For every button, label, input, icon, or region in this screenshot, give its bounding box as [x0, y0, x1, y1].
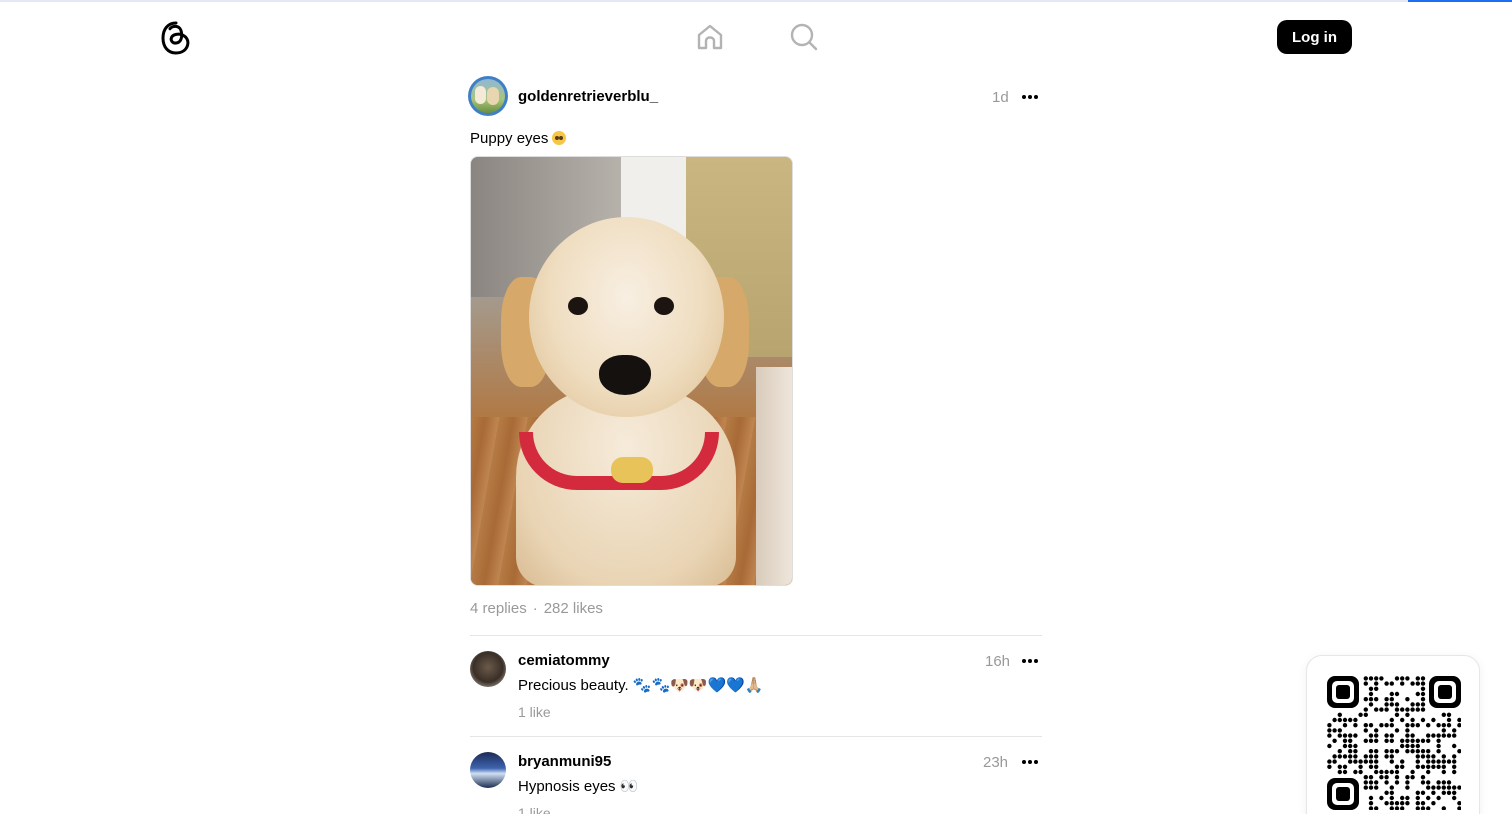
login-button[interactable]: Log in: [1277, 20, 1352, 54]
reply-time[interactable]: 23h: [983, 754, 1008, 771]
divider: [470, 736, 1042, 737]
reply-time[interactable]: 16h: [985, 653, 1010, 670]
reply-text: Precious beauty. 🐾🐾🐶🐶💙💙🙏🏼: [518, 677, 764, 694]
qr-code-card: [1306, 655, 1480, 814]
reply-avatar[interactable]: [470, 651, 506, 687]
author-avatar[interactable]: [468, 76, 508, 116]
page-load-progress: [0, 0, 1512, 2]
reply-item: cemiatommy 16h Precious beauty. 🐾🐾🐶🐶💙💙🙏🏼…: [470, 651, 1042, 721]
reply-text: Hypnosis eyes 👀: [518, 778, 639, 795]
replies-count[interactable]: 4 replies: [470, 600, 527, 617]
reply-likes[interactable]: 1 like: [518, 805, 551, 814]
stats-separator: ·: [532, 600, 538, 617]
post-caption: Puppy eyes: [470, 130, 567, 147]
likes-count[interactable]: 282 likes: [544, 600, 603, 617]
post-time[interactable]: 1d: [992, 89, 1009, 106]
page-load-progress-fill: [1408, 0, 1512, 2]
post-more-icon[interactable]: [1022, 91, 1042, 103]
reply-avatar[interactable]: [470, 752, 506, 788]
divider: [470, 635, 1042, 636]
post-image[interactable]: [470, 156, 793, 586]
reply-likes[interactable]: 1 like: [518, 704, 551, 720]
reply-more-icon[interactable]: [1022, 655, 1042, 667]
qr-code-icon: [1327, 676, 1461, 810]
post-stats: 4 replies · 282 likes: [470, 600, 603, 617]
reply-author[interactable]: bryanmuni95: [518, 753, 611, 770]
pleading-face-emoji-icon: [552, 131, 567, 145]
post-caption-text: Puppy eyes: [470, 130, 549, 147]
reply-item: bryanmuni95 23h Hypnosis eyes 👀 1 like: [470, 752, 1042, 814]
home-icon[interactable]: [694, 21, 726, 53]
reply-more-icon[interactable]: [1022, 756, 1042, 768]
reply-author[interactable]: cemiatommy: [518, 652, 610, 669]
post-author[interactable]: goldenretrieverblu_: [518, 88, 658, 105]
search-icon[interactable]: [788, 21, 820, 53]
threads-logo-icon[interactable]: [160, 20, 192, 56]
